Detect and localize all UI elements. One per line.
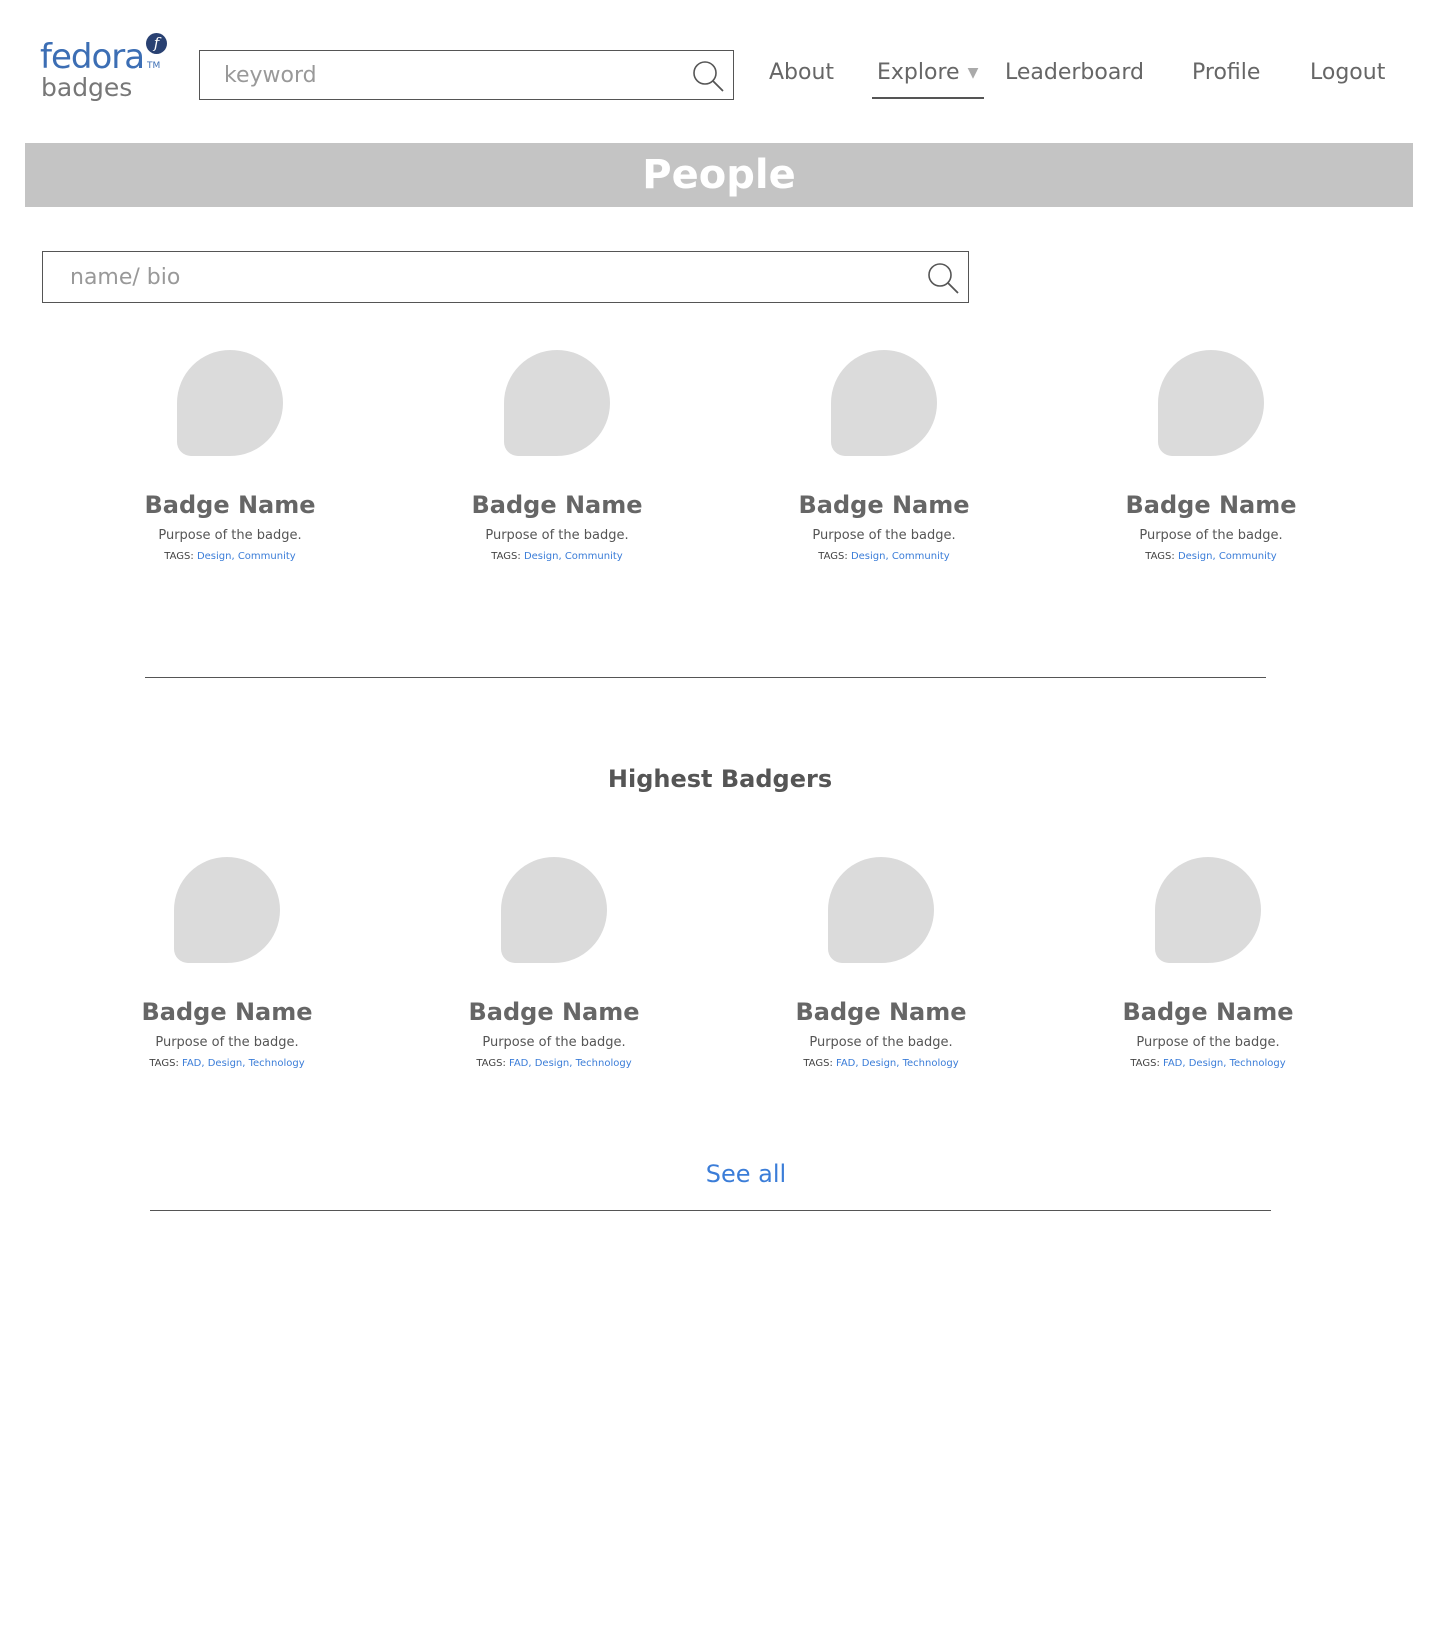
badge-placeholder-image bbox=[177, 350, 283, 456]
nav-explore[interactable]: Explore ▼ bbox=[877, 58, 978, 88]
nav-explore-label: Explore bbox=[877, 60, 960, 85]
section-divider bbox=[145, 677, 1266, 678]
tags-label: TAGS: bbox=[1145, 551, 1175, 562]
nav-logout[interactable]: Logout bbox=[1310, 58, 1385, 88]
page-banner: People bbox=[25, 143, 1413, 207]
search-icon[interactable] bbox=[926, 261, 960, 295]
badge-purpose: Purpose of the badge. bbox=[1136, 1035, 1280, 1050]
people-search-box bbox=[42, 251, 969, 303]
badge-tags: TAGS: Design, Community bbox=[110, 550, 350, 564]
keyword-search-box bbox=[199, 50, 734, 100]
tag-links[interactable]: Design, Community bbox=[851, 551, 950, 562]
tag-links[interactable]: FAD, Design, Technology bbox=[182, 1058, 305, 1069]
person-card[interactable]: Badge Name Purpose of the badge. TAGS: D… bbox=[1091, 350, 1331, 564]
logo-wordmark: fedora bbox=[40, 37, 145, 77]
badger-card[interactable]: Badge Name Purpose of the badge. TAGS: F… bbox=[761, 857, 1001, 1071]
search-icon[interactable] bbox=[691, 59, 725, 93]
badge-name: Badge Name bbox=[1122, 998, 1294, 1026]
badge-purpose: Purpose of the badge. bbox=[809, 1035, 953, 1050]
tags-label: TAGS: bbox=[803, 1058, 833, 1069]
nav-active-indicator bbox=[872, 97, 984, 99]
badge-name: Badge Name bbox=[141, 998, 313, 1026]
section-divider bbox=[150, 1210, 1271, 1211]
badge-name: Badge Name bbox=[144, 491, 316, 519]
fedora-badges-logo[interactable]: fedora TM f badges bbox=[40, 33, 170, 105]
badge-name: Badge Name bbox=[1125, 491, 1297, 519]
tags-label: TAGS: bbox=[164, 551, 194, 562]
nav-profile[interactable]: Profile bbox=[1192, 58, 1260, 88]
badge-tags: TAGS: FAD, Design, Technology bbox=[107, 1057, 347, 1071]
tag-links[interactable]: Design, Community bbox=[1178, 551, 1277, 562]
people-search-input[interactable] bbox=[70, 252, 910, 302]
person-card[interactable]: Badge Name Purpose of the badge. TAGS: D… bbox=[764, 350, 1004, 564]
badge-placeholder-image bbox=[1158, 350, 1264, 456]
tag-links[interactable]: FAD, Design, Technology bbox=[836, 1058, 959, 1069]
badge-tags: TAGS: FAD, Design, Technology bbox=[761, 1057, 1001, 1071]
person-card[interactable]: Badge Name Purpose of the badge. TAGS: D… bbox=[437, 350, 677, 564]
badge-name: Badge Name bbox=[468, 998, 640, 1026]
see-all-link[interactable]: See all bbox=[646, 1159, 846, 1189]
badge-tags: TAGS: Design, Community bbox=[1091, 550, 1331, 564]
tags-label: TAGS: bbox=[149, 1058, 179, 1069]
badge-purpose: Purpose of the badge. bbox=[812, 528, 956, 543]
logo-trademark: TM bbox=[147, 61, 161, 71]
tags-label: TAGS: bbox=[491, 551, 521, 562]
tag-links[interactable]: FAD, Design, Technology bbox=[509, 1058, 632, 1069]
badge-name: Badge Name bbox=[471, 491, 643, 519]
highest-badgers-heading: Highest Badgers bbox=[607, 765, 833, 793]
badge-tags: TAGS: Design, Community bbox=[437, 550, 677, 564]
badge-placeholder-image bbox=[174, 857, 280, 963]
page-title: People bbox=[642, 152, 796, 198]
tags-label: TAGS: bbox=[818, 551, 848, 562]
badge-tags: TAGS: FAD, Design, Technology bbox=[1088, 1057, 1328, 1071]
nav-about[interactable]: About bbox=[769, 58, 834, 88]
badge-purpose: Purpose of the badge. bbox=[1139, 528, 1283, 543]
badge-placeholder-image bbox=[828, 857, 934, 963]
caret-down-icon: ▼ bbox=[967, 65, 979, 81]
badge-tags: TAGS: FAD, Design, Technology bbox=[434, 1057, 674, 1071]
fedora-infinity-icon: f bbox=[146, 33, 167, 54]
nav-leaderboard[interactable]: Leaderboard bbox=[1005, 58, 1144, 88]
badger-card[interactable]: Badge Name Purpose of the badge. TAGS: F… bbox=[107, 857, 347, 1071]
badge-purpose: Purpose of the badge. bbox=[158, 528, 302, 543]
badge-tags: TAGS: Design, Community bbox=[764, 550, 1004, 564]
badge-name: Badge Name bbox=[795, 998, 967, 1026]
badge-name: Badge Name bbox=[798, 491, 970, 519]
person-card[interactable]: Badge Name Purpose of the badge. TAGS: D… bbox=[110, 350, 350, 564]
badge-purpose: Purpose of the badge. bbox=[155, 1035, 299, 1050]
badge-placeholder-image bbox=[831, 350, 937, 456]
badge-purpose: Purpose of the badge. bbox=[482, 1035, 626, 1050]
tags-label: TAGS: bbox=[476, 1058, 506, 1069]
badge-placeholder-image bbox=[504, 350, 610, 456]
badge-placeholder-image bbox=[501, 857, 607, 963]
tags-label: TAGS: bbox=[1130, 1058, 1160, 1069]
badger-card[interactable]: Badge Name Purpose of the badge. TAGS: F… bbox=[1088, 857, 1328, 1071]
tag-links[interactable]: Design, Community bbox=[524, 551, 623, 562]
keyword-search-input[interactable] bbox=[224, 51, 674, 99]
logo-product-name: badges bbox=[41, 73, 133, 102]
tag-links[interactable]: FAD, Design, Technology bbox=[1163, 1058, 1286, 1069]
badger-card[interactable]: Badge Name Purpose of the badge. TAGS: F… bbox=[434, 857, 674, 1071]
badge-purpose: Purpose of the badge. bbox=[485, 528, 629, 543]
tag-links[interactable]: Design, Community bbox=[197, 551, 296, 562]
badge-placeholder-image bbox=[1155, 857, 1261, 963]
